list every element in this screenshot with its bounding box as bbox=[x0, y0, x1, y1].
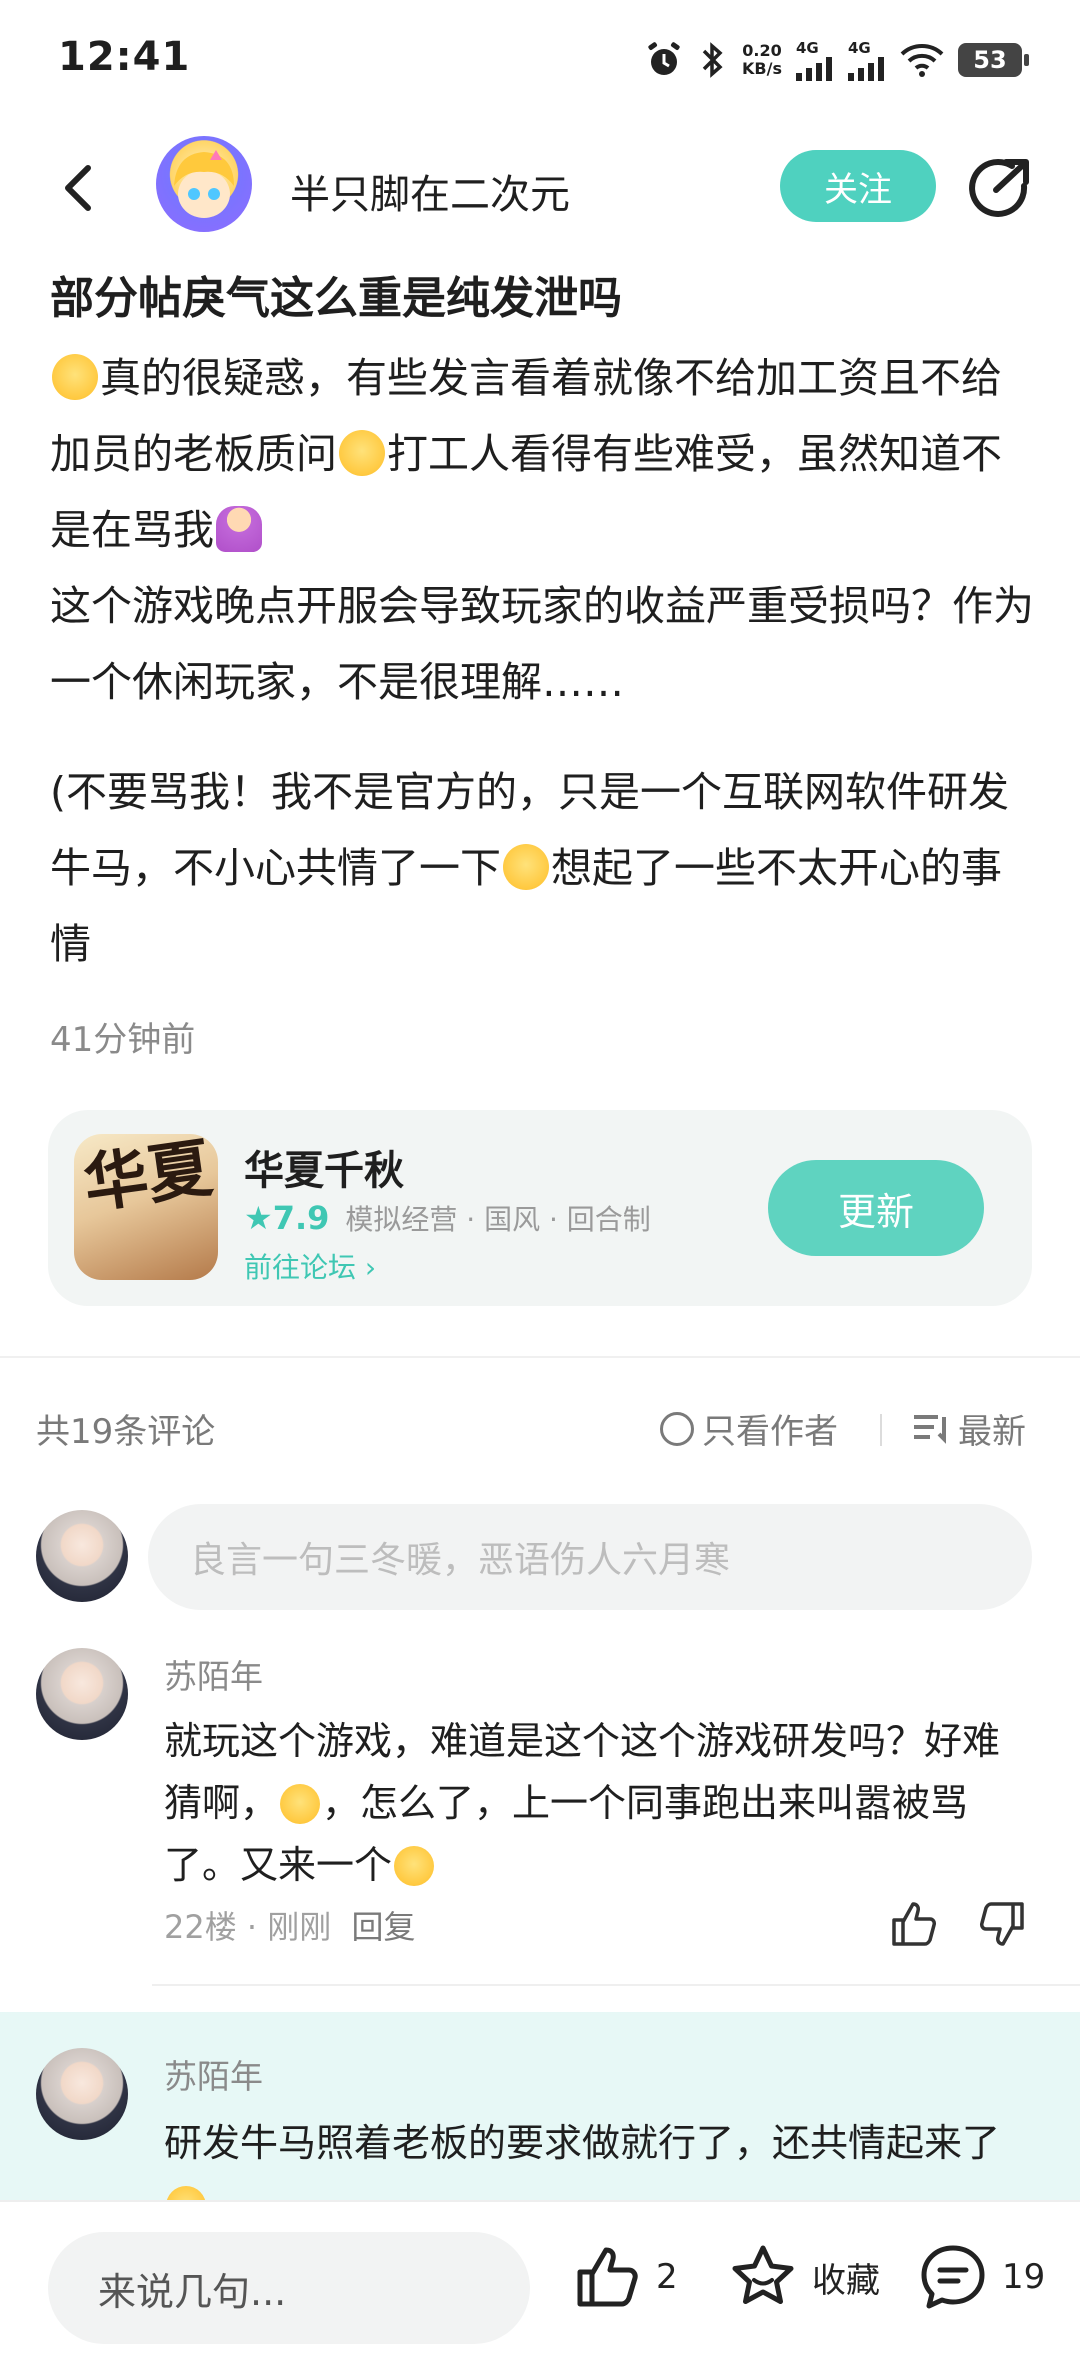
bottom-action-bar: 来说几句... 2 收藏 19 bbox=[0, 2200, 1080, 2376]
post-header: 半只脚在二次元 关注 bbox=[0, 120, 1080, 256]
wifi-icon bbox=[900, 44, 944, 77]
status-time: 12:41 bbox=[58, 34, 191, 80]
like-count: 2 bbox=[656, 2257, 678, 2297]
signal-1: 4G bbox=[796, 39, 834, 81]
share-icon[interactable] bbox=[966, 156, 1034, 220]
back-arrow-icon[interactable] bbox=[52, 160, 108, 216]
forum-link[interactable]: 前往论坛 › bbox=[244, 1246, 376, 1286]
signal-bars-icon bbox=[796, 57, 832, 81]
shrug-emoji-icon bbox=[216, 506, 262, 552]
status-bar: 12:41 0.20 KB/s 4G 4G 53 bbox=[0, 0, 1080, 120]
current-user-avatar bbox=[36, 1510, 128, 1602]
post-time: 41分钟前 bbox=[50, 1020, 196, 1060]
comment-item: 苏陌年 就玩这个游戏，难道是这个这个游戏研发吗？好难猜啊， ，怎么了，上一个同事跑… bbox=[0, 1640, 1080, 1990]
post-paragraph-2: 这个游戏晚点开服会导致玩家的收益严重受损吗？作为一个休闲玩家，不是很理解…… bbox=[50, 582, 1034, 706]
author-name[interactable]: 半只脚在二次元 bbox=[290, 162, 570, 220]
sort-icon bbox=[914, 1414, 946, 1444]
author-only-toggle[interactable]: 只看作者 bbox=[660, 1404, 838, 1453]
quick-comment-input[interactable]: 来说几句... bbox=[48, 2232, 530, 2344]
signal-2: 4G bbox=[848, 39, 886, 81]
status-icons: 0.20 KB/s 4G 4G 53 bbox=[644, 36, 1029, 84]
comment-time: 刚刚 bbox=[267, 1908, 332, 1946]
chevron-right-icon: › bbox=[364, 1251, 377, 1284]
thinking-emoji-icon bbox=[52, 354, 98, 400]
game-card[interactable]: 华夏 华夏千秋 ★7.9 模拟经营 · 国风 · 回合制 前往论坛 › 更新 bbox=[48, 1110, 1032, 1306]
network-speed-value: 0.20 bbox=[742, 41, 782, 60]
game-name[interactable]: 华夏千秋 bbox=[244, 1138, 404, 1196]
post-body: 真的很疑惑，有些发言看着就像不给加工资且不给加员的老板质问 打工人看得有些难受，虽… bbox=[50, 340, 1040, 982]
thumbs-down-icon[interactable] bbox=[976, 1898, 1028, 1950]
grinning-emoji-icon bbox=[280, 1784, 321, 1824]
like-button[interactable]: 2 bbox=[572, 2242, 678, 2312]
author-only-label: 只看作者 bbox=[702, 1412, 838, 1452]
post-paragraph-1: 真的很疑惑，有些发言看着就像不给加工资且不给加员的老板质问 打工人看得有些难受，虽… bbox=[50, 340, 1040, 568]
wry-smile-emoji-icon bbox=[339, 430, 385, 476]
game-tags: 模拟经营 · 国风 · 回合制 bbox=[345, 1203, 651, 1236]
radio-circle-icon bbox=[660, 1411, 694, 1446]
favorite-button[interactable]: 收藏 bbox=[728, 2242, 880, 2312]
comments-button[interactable]: 19 bbox=[918, 2242, 1045, 2312]
game-meta: ★7.9 模拟经营 · 国风 · 回合制 bbox=[244, 1198, 651, 1238]
sunglasses-emoji-icon bbox=[503, 844, 549, 890]
commenter-avatar[interactable] bbox=[36, 2048, 128, 2140]
comment-count: 19 bbox=[1002, 2257, 1046, 2297]
comment-separator bbox=[152, 1984, 1080, 1986]
section-divider bbox=[0, 1356, 1080, 1358]
comment-text: 就玩这个游戏，难道是这个这个游戏研发吗？好难猜啊， ，怎么了，上一个同事跑出来叫嚣… bbox=[164, 1710, 1024, 1896]
game-icon-glyph: 华夏 bbox=[79, 1134, 217, 1223]
comment-input[interactable]: 良言一句三冬暖，恶语伤人六月寒 bbox=[148, 1504, 1032, 1610]
star-icon bbox=[732, 2245, 794, 2304]
comment-meta: 22楼 · 刚刚 回复 bbox=[164, 1908, 416, 1946]
signal-2-label: 4G bbox=[848, 39, 871, 57]
forum-link-label: 前往论坛 bbox=[244, 1251, 357, 1284]
sort-label: 最新 bbox=[958, 1412, 1026, 1452]
commenter-avatar[interactable] bbox=[36, 1648, 128, 1740]
comment-text-body: 研发牛马照着老板的要求做就行了，还共情起来了 bbox=[164, 2121, 1001, 2165]
signal-bars-icon bbox=[848, 57, 884, 81]
game-icon[interactable]: 华夏 bbox=[74, 1134, 218, 1280]
favorite-label: 收藏 bbox=[812, 2260, 880, 2301]
post-paragraph-3: (不要骂我！我不是官方的，只是一个互联网软件研发牛马，不小心共情了一下 想起了一些… bbox=[50, 754, 1040, 982]
author-avatar-art bbox=[174, 150, 234, 218]
follow-button[interactable]: 关注 bbox=[780, 150, 936, 222]
post-title: 部分帖戾气这么重是纯发泄吗 bbox=[50, 273, 622, 324]
reply-button[interactable]: 回复 bbox=[351, 1908, 415, 1946]
game-rating-value: 7.9 bbox=[272, 1199, 330, 1237]
comment-text: 研发牛马照着老板的要求做就行了，还共情起来了 bbox=[164, 2112, 1024, 2200]
game-rating: ★7.9 bbox=[244, 1199, 330, 1237]
network-speed-unit: KB/s bbox=[742, 59, 782, 78]
commenter-name[interactable]: 苏陌年 bbox=[164, 1650, 263, 1698]
author-avatar[interactable] bbox=[156, 136, 252, 232]
commenter-name[interactable]: 苏陌年 bbox=[164, 2050, 263, 2098]
thumbs-up-icon bbox=[577, 2247, 638, 2307]
signal-1-label: 4G bbox=[796, 39, 819, 57]
battery-indicator: 53 bbox=[958, 43, 1029, 77]
sort-button[interactable]: 最新 bbox=[914, 1404, 1026, 1453]
sort-divider bbox=[880, 1414, 882, 1446]
thumbs-up-icon[interactable] bbox=[888, 1898, 940, 1950]
network-speed: 0.20 KB/s bbox=[742, 42, 782, 78]
alarm-icon bbox=[648, 42, 680, 75]
grinning-emoji-icon bbox=[394, 1846, 435, 1886]
comment-item-highlighted: 苏陌年 研发牛马照着老板的要求做就行了，还共情起来了 bbox=[0, 2012, 1080, 2200]
update-button[interactable]: 更新 bbox=[768, 1160, 984, 1256]
grinning-emoji-icon bbox=[166, 2186, 206, 2200]
comments-count: 共19条评论 bbox=[36, 1412, 216, 1452]
bluetooth-icon bbox=[702, 42, 723, 78]
comment-floor: 22楼 bbox=[164, 1908, 237, 1946]
comment-bubble-icon bbox=[921, 2245, 985, 2309]
